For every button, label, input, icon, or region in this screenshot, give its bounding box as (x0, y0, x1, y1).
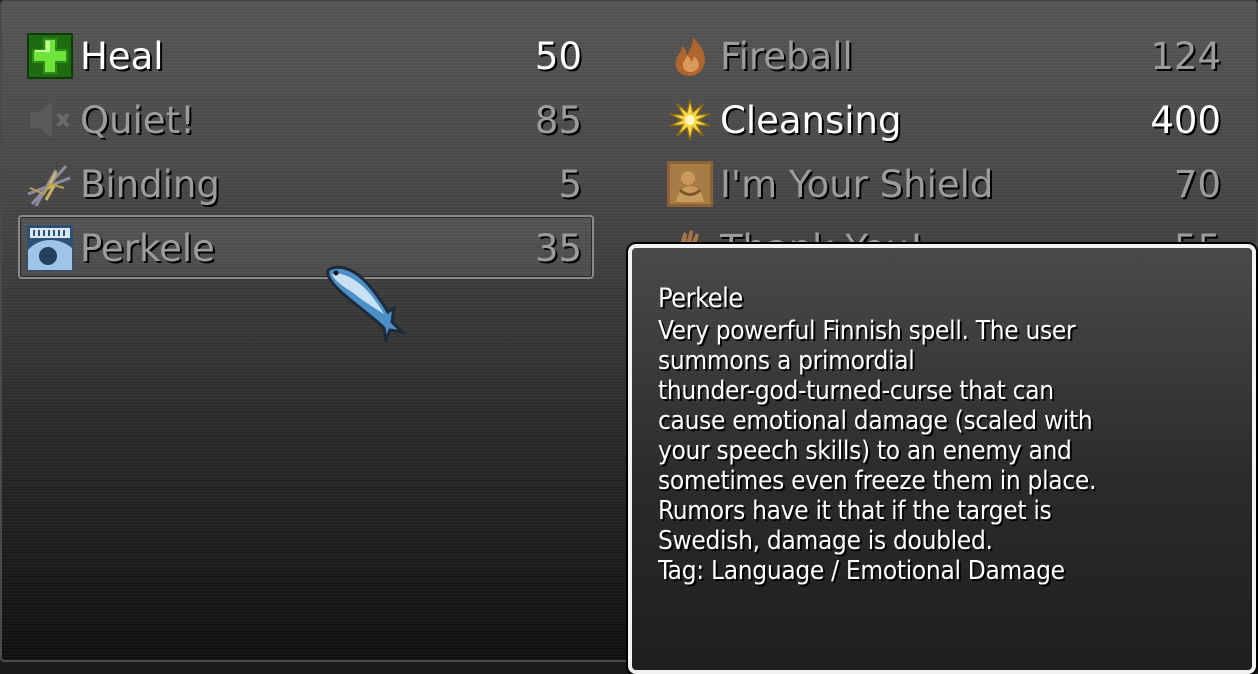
skill-cost: 5 (558, 162, 582, 206)
tooltip-line: cause emotional damage (scaled with (658, 406, 1093, 436)
skill-cost: 35 (534, 226, 582, 270)
cleansing-burst-icon (669, 99, 711, 141)
tooltip-line: your speech skills) to an enemy and (658, 436, 1072, 466)
heal-cross-icon (27, 33, 73, 79)
lightning-binding-icon (27, 164, 71, 207)
skill-name: Perkele (80, 226, 215, 270)
perkele-icon (27, 225, 73, 271)
tooltip-line: thunder-god-turned-curse that can (658, 376, 1054, 406)
skill-perkele[interactable]: Perkele 35 (26, 217, 582, 279)
tooltip-line: Swedish, damage is doubled. (658, 526, 993, 556)
skill-name: Heal (80, 34, 164, 78)
skill-im-your-shield[interactable]: I'm Your Shield 70 (666, 153, 1221, 215)
skill-name: Quiet! (80, 98, 195, 142)
skill-cost: 400 (1150, 98, 1221, 142)
skill-name: Binding (80, 162, 220, 206)
skill-fireball[interactable]: Fireball 124 (666, 25, 1221, 87)
shield-hug-icon (667, 161, 713, 207)
skill-name: Fireball (720, 34, 853, 78)
tooltip-line: sometimes even freeze them in place. (658, 466, 1097, 496)
mute-speaker-icon (30, 102, 70, 138)
skill-heal[interactable]: Heal 50 (26, 25, 582, 87)
tooltip-title: Perkele (658, 283, 743, 314)
skill-cost: 124 (1150, 34, 1221, 78)
skill-name: I'm Your Shield (720, 162, 994, 206)
skill-cost: 50 (534, 34, 582, 78)
skill-binding[interactable]: Binding 5 (26, 153, 582, 215)
tooltip-line: Very powerful Finnish spell. The user (658, 316, 1076, 346)
skill-cost: 70 (1173, 162, 1221, 206)
skill-quiet[interactable]: Quiet! 85 (26, 89, 582, 151)
skill-cost: 85 (534, 98, 582, 142)
tooltip-description: Very powerful Finnish spell. The user su… (658, 316, 1232, 586)
skill-name: Cleansing (720, 98, 902, 142)
tooltip-line: Rumors have it that if the target is (658, 496, 1052, 526)
skill-cleansing[interactable]: Cleansing 400 (666, 89, 1221, 151)
fish-cursor-icon (326, 265, 407, 342)
tooltip-line: Tag: Language / Emotional Damage (658, 556, 1065, 586)
tooltip-line: summons a primordial (658, 346, 915, 376)
fire-icon (675, 38, 705, 76)
tooltip-content: Perkele Very powerful Finnish spell. The… (658, 282, 1232, 586)
skill-tooltip: Perkele Very powerful Finnish spell. The… (628, 244, 1256, 674)
